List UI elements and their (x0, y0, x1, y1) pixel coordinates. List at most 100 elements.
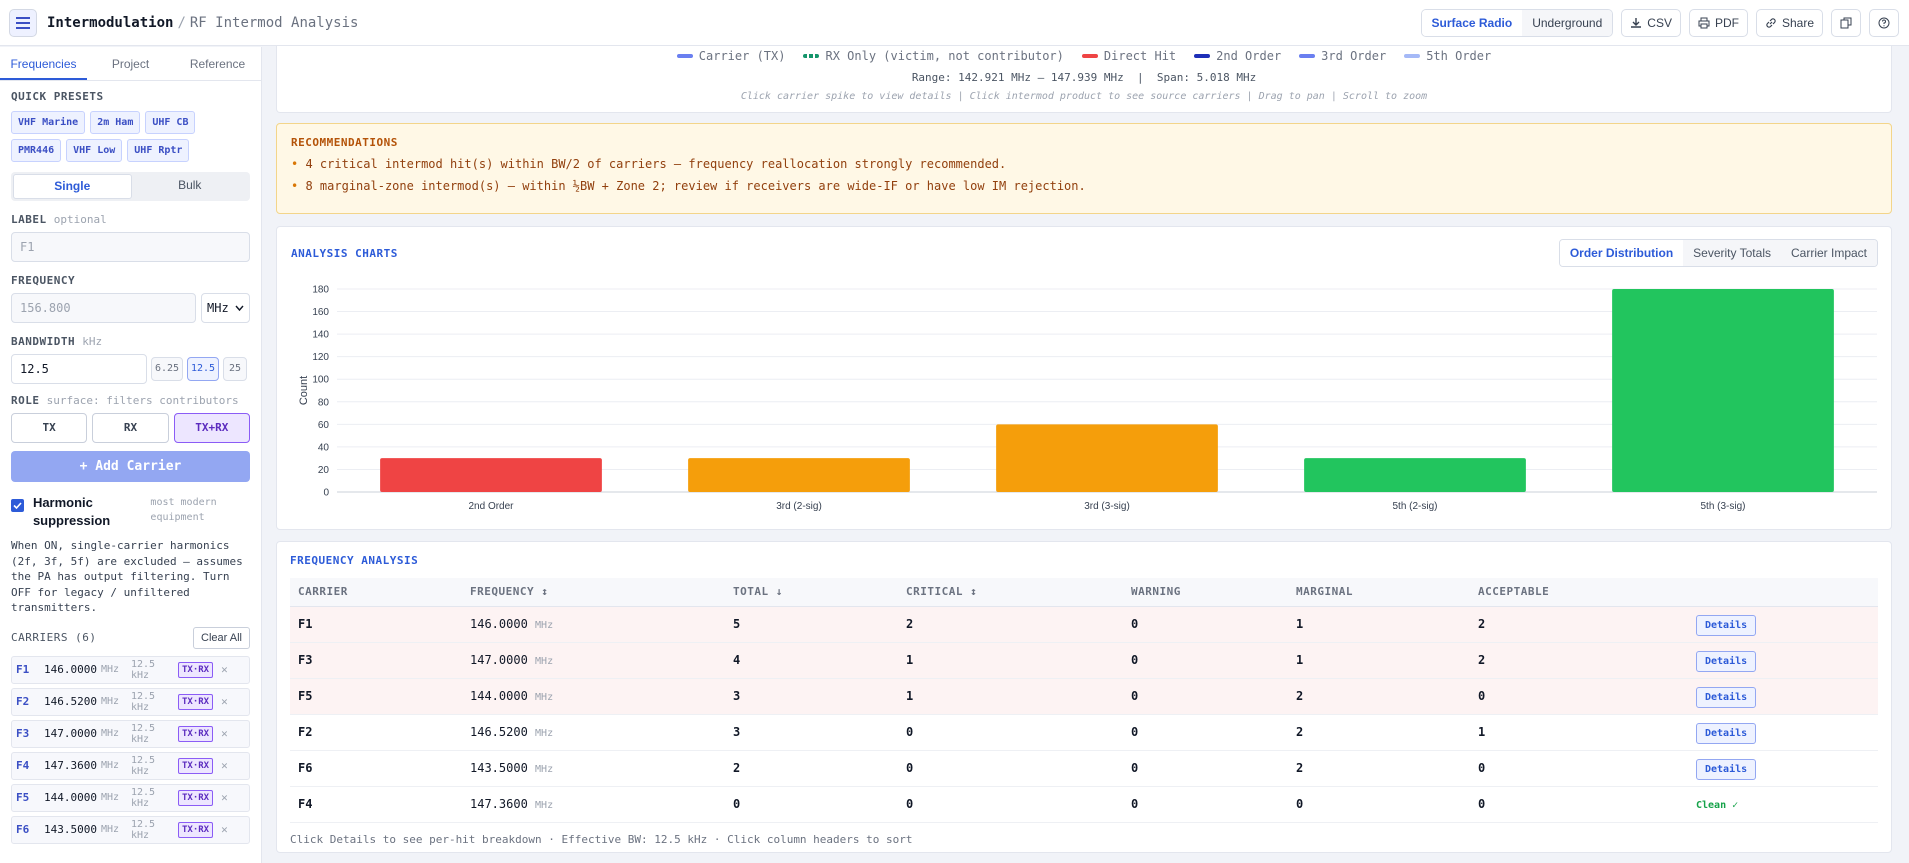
details-button[interactable]: Details (1696, 759, 1757, 780)
carrier-frequency: 146.5200 (44, 695, 97, 708)
cell-acceptable: 0 (1470, 786, 1688, 823)
carrier-role-badge: TX·RX (178, 821, 214, 838)
mode-bulk[interactable]: Bulk (132, 174, 249, 199)
table-footer-hint: Click Details to see per-hit breakdown ·… (290, 832, 913, 846)
details-button[interactable]: Details (1696, 615, 1757, 636)
carrier-role-badge: TX·RX (178, 789, 214, 806)
carrier-frequency: 144.0000 (44, 791, 97, 804)
pdf-label: PDF (1714, 16, 1739, 30)
bandwidth-input[interactable]: 12.5 (11, 354, 147, 384)
carrier-id: F5 (16, 791, 30, 804)
legend-swatch (1299, 54, 1316, 58)
cell-acceptable: 2 (1470, 606, 1688, 643)
details-button[interactable]: Details (1696, 651, 1757, 672)
details-button[interactable]: Details (1696, 723, 1757, 744)
carrier-row[interactable]: F4 147.3600 MHz 12.5 kHz TX·RX ✕ (11, 751, 250, 780)
label-field-hint: optional (53, 213, 107, 226)
tab-frequencies[interactable]: Frequencies (0, 47, 87, 80)
carrier-row[interactable]: F5 144.0000 MHz 12.5 kHz TX·RX ✕ (11, 783, 250, 812)
col-critical[interactable]: CRITICAL ↕ (898, 578, 1123, 607)
col-total[interactable]: TOTAL ↓ (725, 578, 898, 607)
menu-button[interactable] (9, 8, 37, 37)
preset-uhf-rptr[interactable]: UHF Rptr (127, 139, 190, 162)
legend-rx-only: RX Only (victim, not contributor) (803, 49, 1064, 63)
preset-2m-ham[interactable]: 2m Ham (90, 111, 141, 134)
y-tick-label: 100 (312, 375, 329, 386)
role-tx-rx[interactable]: TX+RX (173, 413, 250, 443)
bullet: • (291, 157, 299, 171)
remove-carrier-icon[interactable]: ✕ (221, 695, 228, 708)
role-tx[interactable]: TX (11, 413, 88, 443)
tab-project[interactable]: Project (87, 47, 174, 80)
carrier-row[interactable]: F2 146.5200 MHz 12.5 kHz TX·RX ✕ (11, 687, 250, 716)
carrier-row[interactable]: F3 147.0000 MHz 12.5 kHz TX·RX ✕ (11, 719, 250, 748)
pdf-button[interactable]: PDF (1688, 9, 1748, 37)
frequency-value: 146.5200 (470, 725, 528, 739)
frequency-label: FREQUENCY (11, 274, 76, 287)
cell-action: Clean ✓ (1688, 786, 1878, 823)
bandwidth-label: BANDWIDTH kHz (11, 335, 250, 348)
carrier-unit: MHz (101, 728, 120, 739)
remove-carrier-icon[interactable]: ✕ (221, 759, 228, 772)
col-acceptable[interactable]: ACCEPTABLE (1470, 578, 1688, 607)
cell-critical: 0 (898, 786, 1123, 823)
carrier-id: F2 (16, 695, 30, 708)
legend-swatch (803, 54, 820, 58)
bandwidth-title: BANDWIDTH (11, 335, 76, 348)
role-label: ROLE surface: filters contributors (11, 394, 250, 407)
add-carrier-button[interactable]: + Add Carrier (11, 451, 250, 482)
frequency-input[interactable]: 156.800 (11, 293, 196, 323)
y-axis-label: Count (298, 376, 310, 405)
preset-vhf-marine[interactable]: VHF Marine (11, 111, 86, 134)
col-carrier[interactable]: CARRIER (290, 578, 462, 607)
remove-carrier-icon[interactable]: ✕ (221, 791, 228, 804)
col-frequency[interactable]: FREQUENCY ↕ (462, 578, 725, 607)
y-tick-label: 20 (318, 465, 330, 476)
spectrum-card: Carrier (TX) RX Only (victim, not contri… (276, 46, 1892, 113)
csv-button[interactable]: CSV (1621, 9, 1681, 37)
bandwidth-option-6-25[interactable]: 6.25 (151, 357, 183, 381)
carrier-row[interactable]: F1 146.0000 MHz 12.5 kHz TX·RX ✕ (11, 655, 250, 684)
carrier-role-badge: TX·RX (178, 693, 214, 710)
mode-tab-surface-radio[interactable]: Surface Radio (1421, 10, 1523, 36)
col-action (1688, 578, 1878, 607)
frequency-unit: MHz (207, 301, 229, 315)
printer-icon (1698, 17, 1710, 29)
preset-pmr446[interactable]: PMR446 (11, 139, 62, 162)
preset-vhf-low[interactable]: VHF Low (66, 139, 123, 162)
frequency-unit: MHz (535, 692, 554, 703)
remove-carrier-icon[interactable]: ✕ (221, 663, 228, 676)
legend-label: RX Only (victim, not contributor) (825, 49, 1064, 63)
cell-marginal: 0 (1288, 786, 1470, 823)
carrier-row[interactable]: F6 143.5000 MHz 12.5 kHz TX·RX ✕ (11, 815, 250, 844)
bandwidth-option-25[interactable]: 25 (223, 357, 247, 381)
mode-tab-underground[interactable]: Underground (1522, 10, 1613, 36)
bandwidth-option-12-5[interactable]: 12.5 (187, 357, 219, 381)
preset-uhf-cb[interactable]: UHF CB (145, 111, 196, 134)
tab-reference[interactable]: Reference (174, 47, 261, 80)
harmonic-checkbox[interactable] (11, 499, 24, 512)
help-button[interactable] (1869, 9, 1899, 37)
role-options: TX RX TX+RX (11, 413, 250, 443)
frequency-unit-select[interactable]: MHz (201, 293, 250, 323)
role-rx[interactable]: RX (92, 413, 169, 443)
cell-frequency: 144.0000 MHz (462, 678, 725, 715)
carrier-bandwidth: 12.5 kHz (131, 690, 156, 713)
label-input[interactable]: F1 (11, 232, 250, 262)
mode-single[interactable]: Single (13, 174, 132, 199)
copy-button[interactable] (1831, 9, 1861, 37)
share-button[interactable]: Share (1755, 9, 1823, 37)
remove-carrier-icon[interactable]: ✕ (221, 823, 228, 836)
clean-status: Clean ✓ (1696, 800, 1739, 811)
cell-action: Details (1688, 678, 1878, 715)
cell-acceptable: 0 (1470, 750, 1688, 787)
col-marginal[interactable]: MARGINAL (1288, 578, 1470, 607)
remove-carrier-icon[interactable]: ✕ (221, 727, 228, 740)
details-button[interactable]: Details (1696, 687, 1757, 708)
top-bar: Intermodulation / RF Intermod Analysis Sur… (0, 0, 1909, 46)
carrier-unit: MHz (101, 792, 120, 803)
carrier-role-badge: TX·RX (178, 757, 214, 774)
check-icon (13, 502, 22, 510)
clear-all-button[interactable]: Clear All (193, 626, 250, 649)
col-warning[interactable]: WARNING (1123, 578, 1288, 607)
